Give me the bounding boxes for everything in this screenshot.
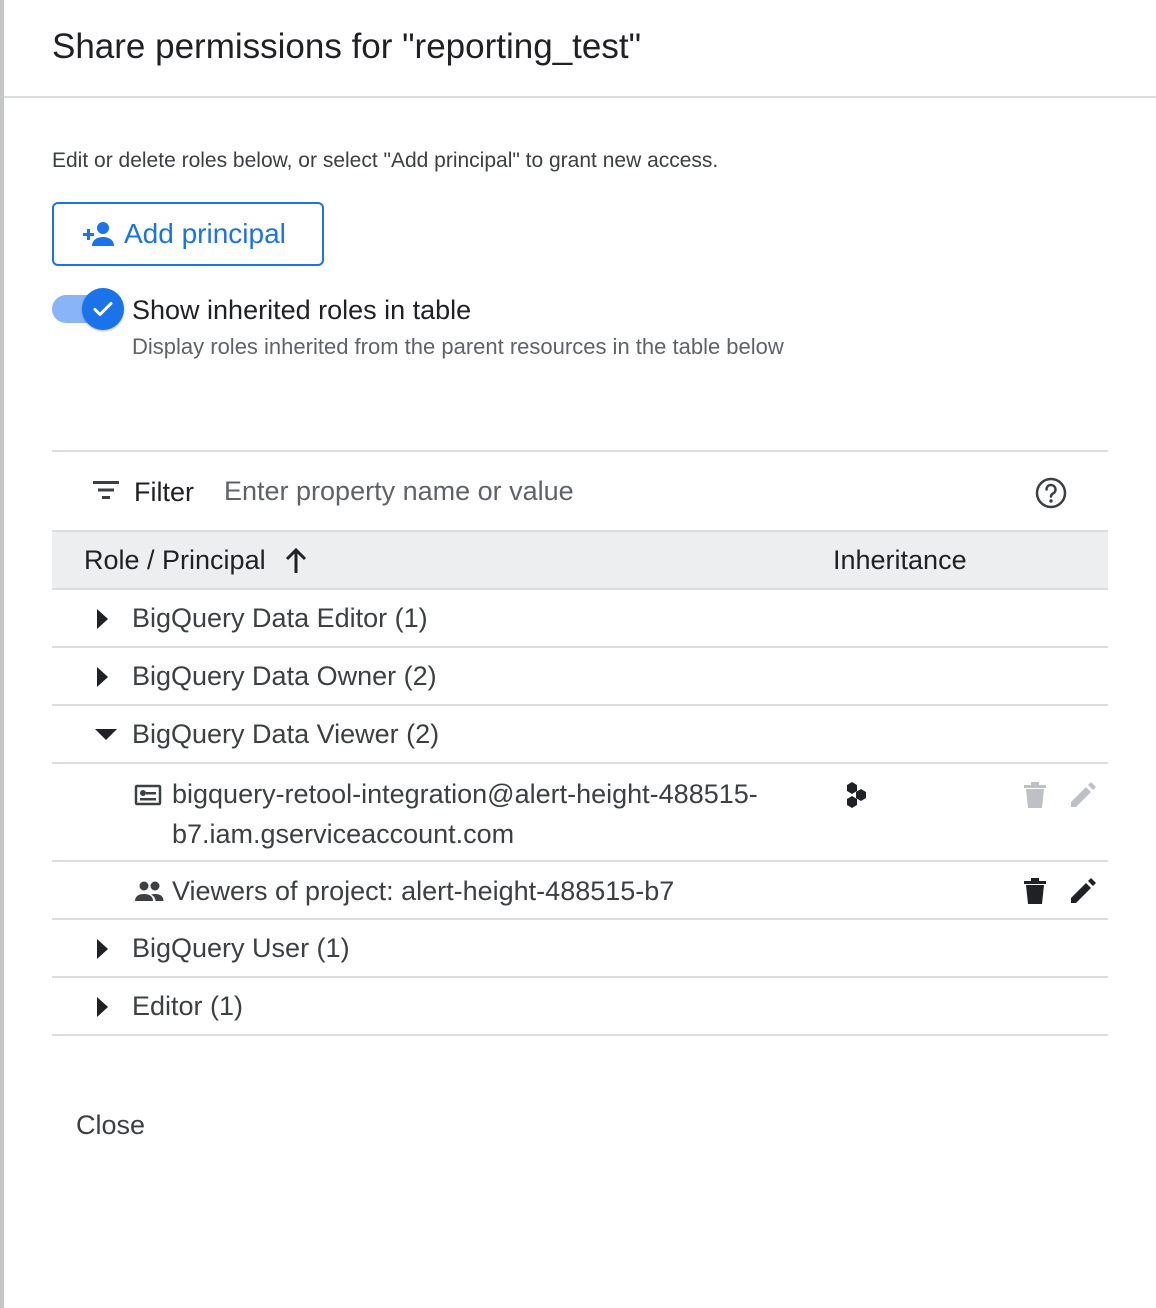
principal-row-project-viewers: Viewers of project: alert-height-488515-…: [52, 862, 1108, 920]
table-header: Role / Principal Inheritance: [52, 532, 1108, 590]
group-icon: [135, 881, 164, 901]
edit-icon[interactable]: [1068, 876, 1098, 906]
check-icon: [93, 302, 113, 316]
role-label: BigQuery User (1): [132, 933, 350, 963]
role-row-bigquery-data-editor[interactable]: BigQuery Data Editor (1): [52, 590, 1108, 648]
filter-icon: [93, 481, 119, 499]
edit-icon[interactable]: [1068, 780, 1098, 810]
dialog-title: Share permissions for "reporting_test": [52, 27, 642, 66]
service-account-icon: [134, 784, 162, 806]
close-button[interactable]: Close: [76, 1110, 145, 1141]
caret-right-icon: [97, 667, 108, 687]
principal-row-service-account: bigquery-retool-integration@alert-height…: [52, 764, 1108, 862]
project-hierarchy-icon: [847, 782, 866, 808]
background-window-edge: [0, 0, 4, 1308]
filter-bar: Filter: [52, 450, 1108, 532]
toggle-sublabel: Display roles inherited from the parent …: [132, 334, 784, 359]
person-add-icon: [83, 222, 114, 246]
show-inherited-roles-toggle[interactable]: [52, 288, 124, 330]
filter-input[interactable]: [224, 472, 984, 510]
principal-email-line2: b7.iam.gserviceaccount.com: [172, 819, 515, 849]
role-principal-header-label: Role / Principal: [84, 545, 266, 575]
add-principal-button[interactable]: Add principal: [52, 202, 324, 266]
role-principal-column-header[interactable]: Role / Principal: [84, 545, 308, 576]
toggle-knob: [82, 288, 124, 330]
role-label: BigQuery Data Owner (2): [132, 661, 437, 691]
add-principal-label: Add principal: [124, 218, 286, 249]
filter-label: Filter: [134, 477, 194, 507]
role-row-editor[interactable]: Editor (1): [52, 978, 1108, 1036]
role-row-bigquery-data-viewer[interactable]: BigQuery Data Viewer (2): [52, 706, 1108, 764]
caret-right-icon: [97, 939, 108, 959]
sort-ascending-icon: [285, 547, 306, 573]
delete-icon[interactable]: [1022, 876, 1048, 906]
dialog-header: Share permissions for "reporting_test": [4, 0, 1156, 98]
toggle-label: Show inherited roles in table: [132, 295, 472, 325]
help-icon[interactable]: [1034, 476, 1068, 510]
dialog-description: Edit or delete roles below, or select "A…: [52, 149, 719, 172]
role-label: BigQuery Data Viewer (2): [132, 719, 440, 749]
principal-name: Viewers of project: alert-height-488515-…: [172, 876, 675, 906]
role-label: BigQuery Data Editor (1): [132, 603, 428, 633]
delete-icon[interactable]: [1022, 780, 1048, 810]
caret-right-icon: [97, 609, 108, 629]
caret-right-icon: [97, 997, 108, 1017]
role-label: Editor (1): [132, 991, 244, 1021]
role-row-bigquery-user[interactable]: BigQuery User (1): [52, 920, 1108, 978]
principal-email-line1: bigquery-retool-integration@alert-height…: [172, 779, 758, 809]
caret-down-icon: [95, 729, 117, 740]
inheritance-column-header: Inheritance: [833, 545, 967, 575]
role-row-bigquery-data-owner[interactable]: BigQuery Data Owner (2): [52, 648, 1108, 706]
